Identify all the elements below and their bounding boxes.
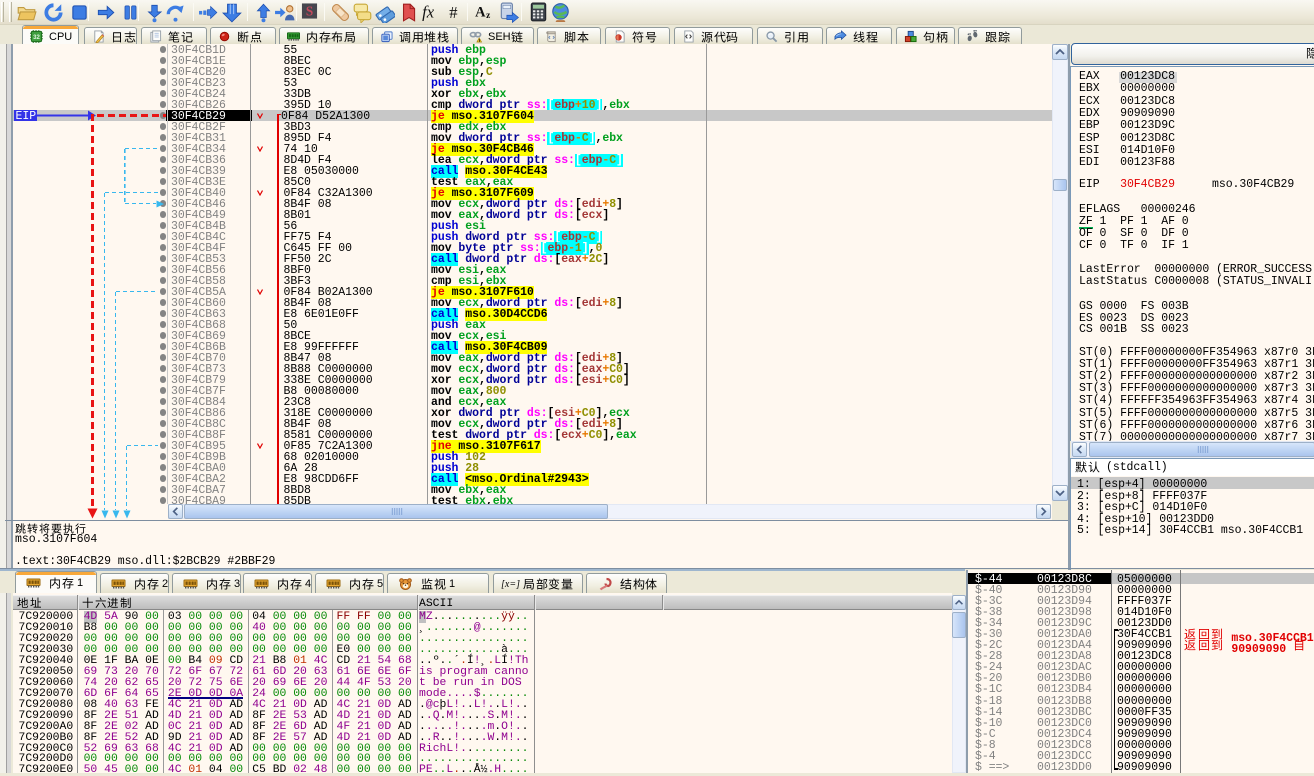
svg-text:fx: fx [422, 2, 435, 21]
svg-text:A: A [475, 4, 486, 20]
svg-text:z: z [486, 11, 490, 21]
svg-text:32: 32 [33, 35, 40, 41]
svg-text:S: S [306, 4, 313, 19]
svg-text:#: # [449, 3, 457, 22]
